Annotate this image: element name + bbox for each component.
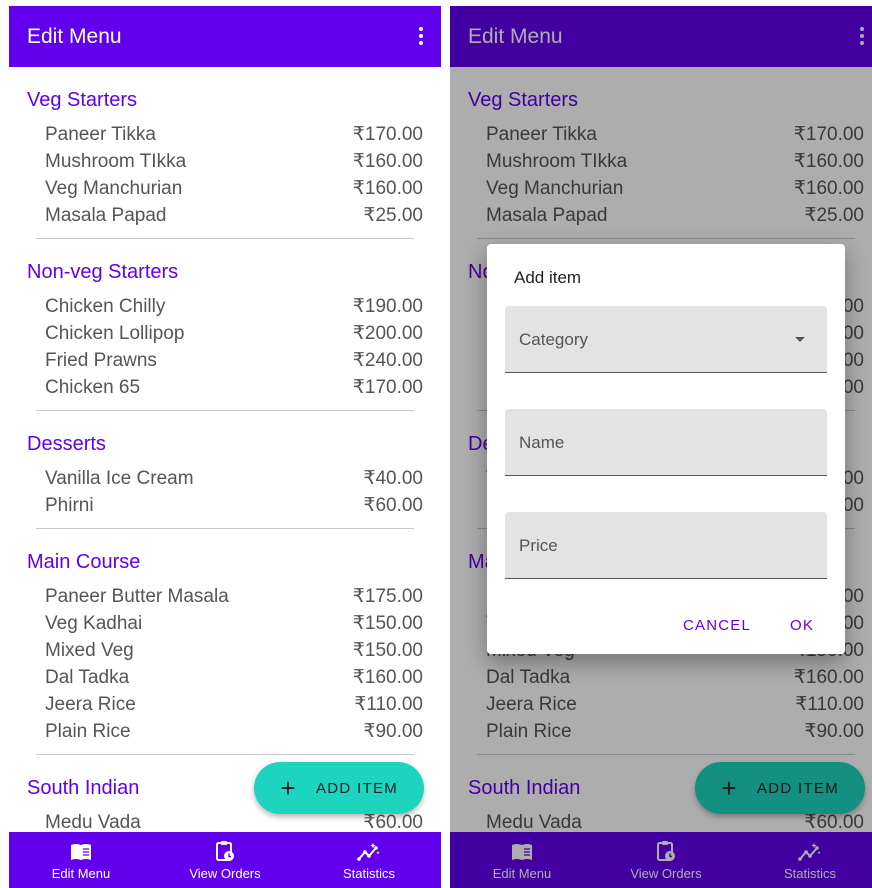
section-main-course: Main Course Paneer Butter Masala ₹175.00 Ve…	[9, 549, 441, 755]
nav-statistics[interactable]: Statistics	[314, 840, 424, 881]
menu-item-name: Masala Papad	[45, 204, 167, 226]
menu-item-price: ₹110.00	[354, 694, 423, 715]
section-divider	[36, 410, 414, 411]
menu-item-price: ₹90.00	[363, 721, 423, 742]
menu-item-name: Dal Tadka	[45, 666, 130, 688]
section-title: Veg Starters	[27, 89, 138, 111]
name-field[interactable]: Name	[505, 409, 827, 476]
menu-item-name: Fried Prawns	[45, 349, 157, 371]
menu-book-icon	[70, 840, 92, 862]
menu-item[interactable]: Plain Rice ₹90.00	[9, 718, 441, 745]
nav-label: View Orders	[189, 865, 261, 881]
menu-item-price: ₹190.00	[352, 296, 423, 317]
menu-item[interactable]: Chicken Chilly ₹190.00	[9, 293, 441, 320]
price-label: Price	[519, 536, 558, 555]
plus-icon: +	[280, 773, 296, 803]
menu-item[interactable]: Phirni ₹60.00	[9, 492, 441, 519]
menu-item-name: Chicken 65	[45, 376, 141, 398]
more-vert-icon[interactable]	[419, 27, 423, 45]
menu-item-name: Veg Kadhai	[45, 612, 143, 634]
menu-item-price: ₹60.00	[363, 812, 423, 832]
section-divider	[36, 528, 414, 529]
menu-list[interactable]: Veg Starters Paneer Tikka ₹170.00 Mushroom …	[9, 67, 441, 832]
section-title: Non-veg Starters	[27, 261, 179, 283]
insights-icon	[357, 840, 381, 862]
section-non-veg-starters: Non-veg StartersChicken Chilly₹190.00Chi…	[9, 259, 441, 411]
nav-edit-menu[interactable]: Edit Menu	[26, 840, 136, 881]
name-label: Name	[519, 433, 565, 452]
menu-item-name: Vanilla Ice Cream	[45, 467, 194, 489]
app-bar-title: Edit Menu	[27, 24, 122, 48]
arrow-drop-down-icon	[795, 337, 805, 342]
menu-item[interactable]: Veg Kadhai ₹150.00	[9, 610, 441, 637]
price-field[interactable]: Price	[505, 512, 827, 579]
nav-view-orders[interactable]: View Orders	[170, 840, 280, 881]
menu-item[interactable]: Dal Tadka ₹160.00	[9, 664, 441, 691]
category-select[interactable]: Category	[505, 306, 827, 373]
menu-item-price: ₹160.00	[352, 178, 423, 199]
menu-item-price: ₹25.00	[363, 205, 423, 226]
clipboard-clock-icon	[215, 840, 235, 862]
menu-item-price: ₹60.00	[363, 495, 423, 516]
section-title: Desserts	[27, 433, 106, 455]
menu-item-name: Plain Rice	[45, 720, 131, 742]
menu-item-price: ₹200.00	[352, 323, 423, 344]
menu-item-price: ₹160.00	[352, 667, 423, 688]
menu-item-price: ₹150.00	[352, 613, 423, 634]
section-veg-starters: Veg Starters Paneer Tikka ₹170.00 Mushroom …	[9, 87, 441, 239]
bottom-navigation: Edit Menu View Orders Statistics	[9, 832, 441, 888]
cancel-button[interactable]: CANCEL	[683, 617, 751, 634]
menu-item-name: Phirni	[45, 494, 94, 516]
menu-item-price: ₹160.00	[352, 151, 423, 172]
menu-item-name: Paneer Tikka	[45, 123, 156, 145]
nav-label: Edit Menu	[51, 865, 111, 881]
menu-item-price: ₹170.00	[352, 124, 423, 145]
menu-item-price: ₹240.00	[352, 350, 423, 371]
screen-add-item-dialog: Edit Menu Veg Starters Paneer Tikka ₹170.0…	[450, 6, 872, 888]
menu-item[interactable]: Fried Prawns ₹240.00	[9, 347, 441, 374]
section-divider	[36, 754, 414, 755]
add-item-dialog: Add item Category Name Price CANCEL OK	[487, 244, 845, 654]
ok-button[interactable]: OK	[790, 617, 814, 634]
menu-item-name: Veg Manchurian	[45, 177, 183, 199]
menu-item[interactable]: Jeera Rice ₹110.00	[9, 691, 441, 718]
menu-item-name: Mixed Veg	[45, 639, 134, 661]
menu-item[interactable]: Mushroom TIkka ₹160.00	[9, 148, 441, 175]
screen-menu: Edit Menu Veg Starters Paneer Tikka ₹170.0…	[9, 6, 441, 888]
menu-item-price: ₹40.00	[363, 468, 423, 489]
nav-label: Statistics	[342, 865, 395, 881]
section-desserts: Desserts Vanilla Ice Cream ₹40.00 Phirni ₹60…	[9, 431, 441, 529]
menu-item-name: Chicken Lollipop	[45, 322, 185, 344]
category-label: Category	[519, 330, 588, 349]
section-divider	[36, 238, 414, 239]
section-title: Main Course	[27, 551, 141, 573]
menu-item-name: Paneer Butter Masala	[45, 585, 229, 607]
dialog-title: Add item	[514, 268, 582, 287]
menu-item[interactable]: Chicken 65 ₹170.00	[9, 374, 441, 401]
menu-item[interactable]: Masala Papad ₹25.00	[9, 202, 441, 229]
add-item-button[interactable]: + ADD ITEM	[254, 762, 424, 814]
menu-item-price: ₹175.00	[352, 586, 423, 607]
menu-item[interactable]: Vanilla Ice Cream ₹40.00	[9, 465, 441, 492]
app-bar: Edit Menu	[9, 6, 441, 67]
add-item-label: ADD ITEM	[316, 779, 399, 797]
menu-item-name: Medu Vada	[45, 811, 141, 833]
menu-item[interactable]: Paneer Butter Masala ₹175.00	[9, 583, 441, 610]
menu-item-name: Jeera Rice	[45, 693, 136, 715]
menu-item[interactable]: Veg Manchurian ₹160.00	[9, 175, 441, 202]
menu-item-price: ₹150.00	[352, 640, 423, 661]
menu-item[interactable]: Paneer Tikka ₹170.00	[9, 121, 441, 148]
menu-item-price: ₹170.00	[352, 377, 423, 398]
menu-item[interactable]: Mixed Veg ₹150.00	[9, 637, 441, 664]
menu-item-name: Mushroom TIkka	[45, 150, 187, 172]
menu-item-name: Chicken Chilly	[45, 295, 166, 317]
menu-item[interactable]: Chicken Lollipop ₹200.00	[9, 320, 441, 347]
